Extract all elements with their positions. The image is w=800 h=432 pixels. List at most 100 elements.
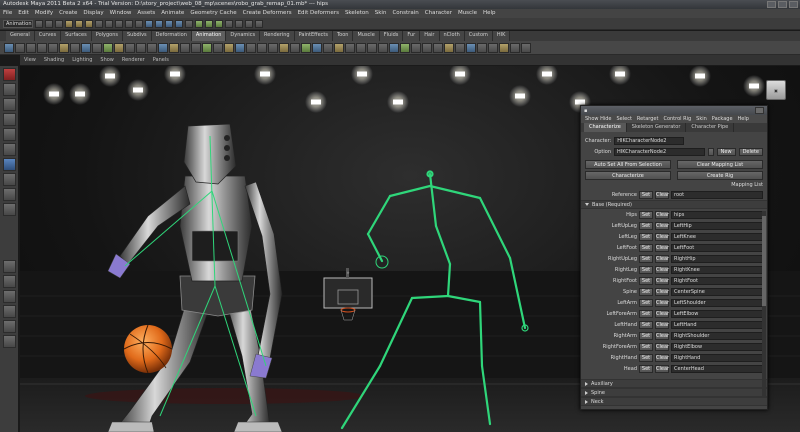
key-rotate-icon[interactable]	[433, 42, 443, 53]
panel-menu-control-rig[interactable]: Control Rig	[663, 115, 691, 123]
render-current-icon[interactable]	[195, 19, 203, 28]
panel-menu-package[interactable]: Package	[712, 115, 733, 123]
joint-set-button[interactable]: Set	[639, 342, 653, 351]
select-surfaces-icon[interactable]	[125, 19, 133, 28]
joint-set-button[interactable]: Set	[639, 320, 653, 329]
joint-clear-button[interactable]: Clear	[655, 265, 669, 274]
joint-set-button[interactable]: Set	[639, 353, 653, 362]
delete-button[interactable]: Delete	[738, 147, 763, 156]
select-tool-icon[interactable]	[2, 68, 16, 81]
shelf-tab-deformation[interactable]: Deformation	[151, 31, 192, 41]
joint-clear-button[interactable]: Clear	[655, 254, 669, 263]
render-settings-icon[interactable]	[215, 19, 223, 28]
paint-weights-icon[interactable]	[70, 42, 80, 53]
joint-clear-button[interactable]: Clear	[655, 287, 669, 296]
panel-tab-characterize[interactable]: Characterize	[584, 123, 627, 132]
tool-settings-toggle-icon[interactable]	[255, 19, 263, 28]
mirror-joint-icon[interactable]	[224, 42, 234, 53]
scale-tool-icon[interactable]	[2, 143, 16, 156]
select-deformers-icon[interactable]	[135, 19, 143, 28]
sculpt-icon[interactable]	[323, 42, 333, 53]
joint-set-button[interactable]: Set	[639, 243, 653, 252]
joint-mapping-field[interactable]: LeftHip	[671, 221, 763, 230]
select-curves-icon[interactable]	[115, 19, 123, 28]
menu-muscle[interactable]: Muscle	[458, 9, 477, 18]
view-cube[interactable]: ▣	[766, 80, 786, 100]
sequencer-icon[interactable]	[477, 42, 487, 53]
scrollbar-thumb[interactable]	[762, 216, 766, 306]
option-field[interactable]: HIKCharacterNode2	[614, 147, 706, 156]
soft-mod-tool-icon[interactable]	[2, 173, 16, 186]
shelf-tab-toon[interactable]: Toon	[332, 31, 354, 41]
hypershade-layout-icon[interactable]	[2, 320, 16, 333]
insert-joint-icon[interactable]	[246, 42, 256, 53]
joint-set-button[interactable]: Set	[639, 298, 653, 307]
reference-set-button[interactable]: Set	[639, 190, 653, 199]
channel-box-toggle-icon[interactable]	[235, 19, 243, 28]
menu-create-deformers[interactable]: Create Deformers	[243, 9, 292, 18]
create-ik-handle-icon[interactable]	[37, 42, 47, 53]
open-scene-icon[interactable]	[45, 19, 53, 28]
shelf-tab-muscle[interactable]: Muscle	[353, 31, 380, 41]
character-set-icon[interactable]	[147, 42, 157, 53]
close-button[interactable]	[789, 1, 798, 8]
joint-clear-button[interactable]: Clear	[655, 298, 669, 307]
menu-edit[interactable]: Edit	[18, 9, 29, 18]
ik-spline-icon[interactable]	[213, 42, 223, 53]
joint-mapping-field[interactable]: CenterHead	[671, 364, 763, 373]
new-scene-icon[interactable]	[35, 19, 43, 28]
viewport-menu-lighting[interactable]: Lighting	[72, 55, 92, 65]
nonlinear-icon[interactable]	[312, 42, 322, 53]
constraint-point-icon[interactable]	[158, 42, 168, 53]
joint-mapping-field[interactable]: RightHip	[671, 254, 763, 263]
panel-scrollbar[interactable]	[762, 211, 766, 396]
select-joints-icon[interactable]	[105, 19, 113, 28]
joint-set-button[interactable]: Set	[639, 232, 653, 241]
joint-clear-button[interactable]: Clear	[655, 221, 669, 230]
shelf-tab-rendering[interactable]: Rendering	[260, 31, 295, 41]
joint-set-button[interactable]: Set	[639, 309, 653, 318]
menu-help[interactable]: Help	[483, 9, 496, 18]
joint-clear-button[interactable]: Clear	[655, 342, 669, 351]
reroot-icon[interactable]	[235, 42, 245, 53]
viewport-menu-panels[interactable]: Panels	[153, 55, 169, 65]
set-driven-key-icon[interactable]	[114, 42, 124, 53]
characterize-button[interactable]: Characterize	[585, 171, 671, 180]
panel-menu-skin[interactable]: Skin	[696, 115, 707, 123]
joint-mapping-field[interactable]: RightKnee	[671, 265, 763, 274]
viewport-menu-show[interactable]: Show	[100, 55, 114, 65]
audio-icon[interactable]	[499, 42, 509, 53]
new-button[interactable]: New	[716, 147, 736, 156]
menu-animate[interactable]: Animate	[161, 9, 184, 18]
shelf-tab-surfaces[interactable]: Surfaces	[61, 31, 92, 41]
bind-skin-icon[interactable]	[59, 42, 69, 53]
ipr-render-icon[interactable]	[205, 19, 213, 28]
outliner-layout-icon[interactable]	[2, 335, 16, 348]
panel-menu-show-hide[interactable]: Show Hide	[585, 115, 611, 123]
trax-editor-icon[interactable]	[103, 42, 113, 53]
joint-clear-button[interactable]: Clear	[655, 276, 669, 285]
joint-mapping-field[interactable]: RightElbow	[671, 342, 763, 351]
menu-character[interactable]: Character	[425, 9, 452, 18]
menu-create[interactable]: Create	[59, 9, 77, 18]
connect-joint-icon[interactable]	[257, 42, 267, 53]
joint-clear-button[interactable]: Clear	[655, 210, 669, 219]
joint-mapping-field[interactable]: LeftShoulder	[671, 298, 763, 307]
option-pick-button[interactable]	[708, 147, 714, 156]
minimize-button[interactable]	[767, 1, 776, 8]
menu-constrain[interactable]: Constrain	[392, 9, 418, 18]
joint-mapping-field[interactable]: CenterSpine	[671, 287, 763, 296]
four-pane-layout-icon[interactable]	[2, 275, 16, 288]
joint-mapping-field[interactable]: hips	[671, 210, 763, 219]
last-tool-icon[interactable]	[2, 203, 16, 216]
menu-skin[interactable]: Skin	[375, 9, 387, 18]
section-auxiliary[interactable]: Auxiliary	[581, 379, 767, 388]
select-component-icon[interactable]	[85, 19, 93, 28]
menu-edit-deformers[interactable]: Edit Deformers	[298, 9, 339, 18]
joint-clear-button[interactable]: Clear	[655, 243, 669, 252]
playback-icon[interactable]	[510, 42, 520, 53]
lattice-icon[interactable]	[279, 42, 289, 53]
snap-grid-icon[interactable]	[145, 19, 153, 28]
key-scale-icon[interactable]	[444, 42, 454, 53]
key-translate-icon[interactable]	[422, 42, 432, 53]
